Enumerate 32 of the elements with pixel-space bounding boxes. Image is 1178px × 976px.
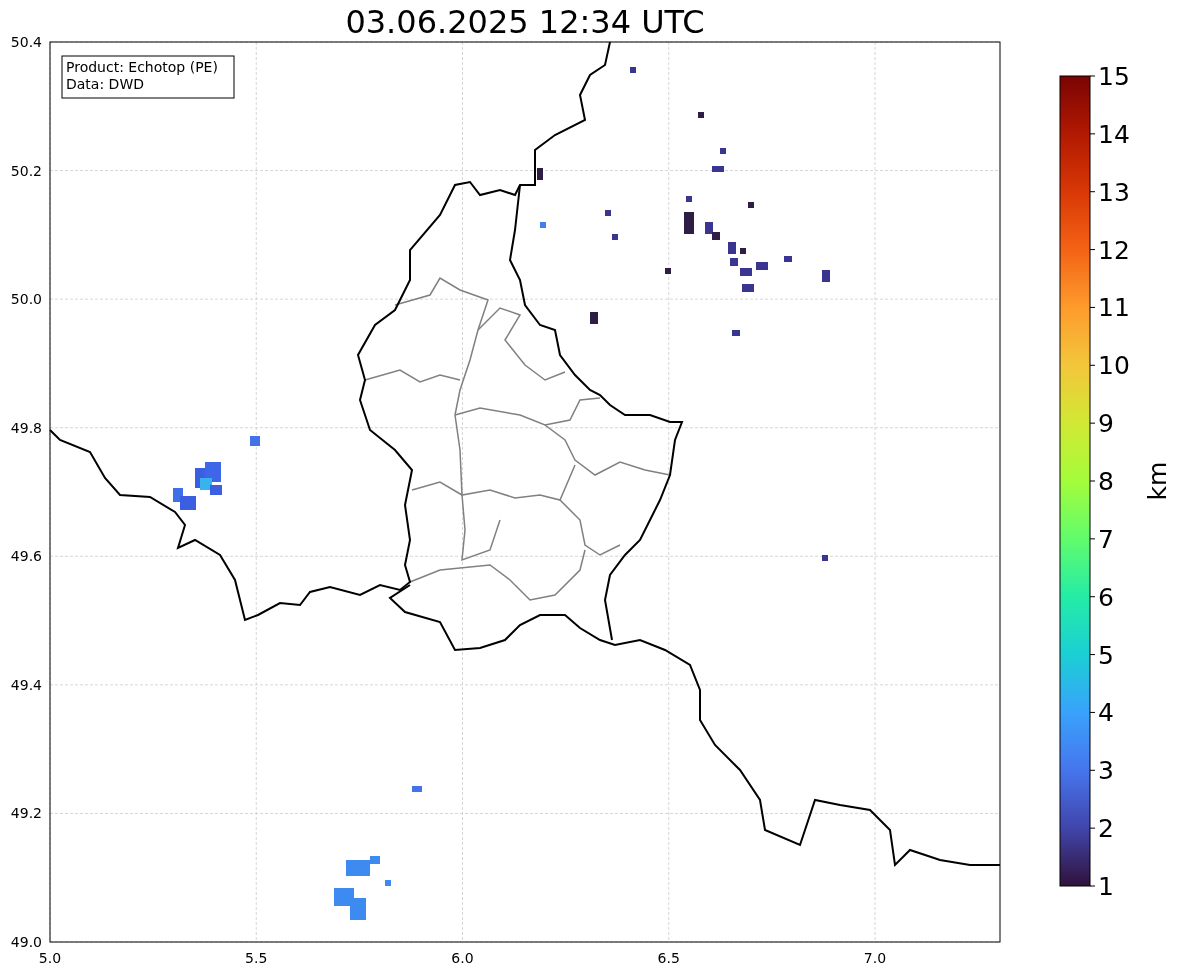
y-tick-label: 49.6 <box>10 548 42 565</box>
chart-title: 03.06.2025 12:34 UTC <box>345 2 705 43</box>
y-tick-label: 49.8 <box>10 419 42 436</box>
colorbar-tick-label: 3 <box>1098 756 1114 786</box>
y-tick-label: 50.0 <box>10 291 42 308</box>
colorbar-tick-label: 7 <box>1098 524 1114 554</box>
colorbar-tick-label: 10 <box>1098 351 1130 381</box>
colorbar-tick-label: 9 <box>1098 409 1114 439</box>
colorbar-tick-label: 12 <box>1098 235 1130 265</box>
colorbar-tick-label: 13 <box>1098 177 1130 207</box>
x-tick-label: 6.5 <box>657 950 680 966</box>
colorbar-tick-label: 14 <box>1098 119 1130 149</box>
x-tick-label: 5.0 <box>38 950 62 966</box>
y-tick-label: 50.4 <box>10 34 42 50</box>
colorbar-label: km <box>1143 461 1172 501</box>
y-tick-label: 49.2 <box>10 805 42 822</box>
colorbar-tick-label: 5 <box>1098 640 1114 670</box>
y-tick-label: 50.2 <box>10 162 42 179</box>
legend-text: Data: DWD <box>66 76 144 92</box>
x-tick-label: 5.5 <box>245 950 268 966</box>
colorbar-tick-label: 1 <box>1098 872 1114 901</box>
colorbar-tick-label: 2 <box>1098 814 1114 844</box>
colorbar-tick-label: 15 <box>1098 62 1130 91</box>
x-tick-label: 6.0 <box>451 950 474 966</box>
colorbar-tick-label: 11 <box>1098 293 1130 323</box>
y-tick-label: 49.0 <box>10 934 42 950</box>
x-tick-label: 7.0 <box>863 950 887 966</box>
colorbar-tick-label: 4 <box>1098 698 1114 728</box>
y-tick-label: 49.4 <box>10 676 42 693</box>
colorbar-tick-label: 6 <box>1098 582 1114 612</box>
legend-text: Product: Echotop (PE) <box>66 59 218 75</box>
colorbar-tick-label: 8 <box>1098 467 1114 496</box>
